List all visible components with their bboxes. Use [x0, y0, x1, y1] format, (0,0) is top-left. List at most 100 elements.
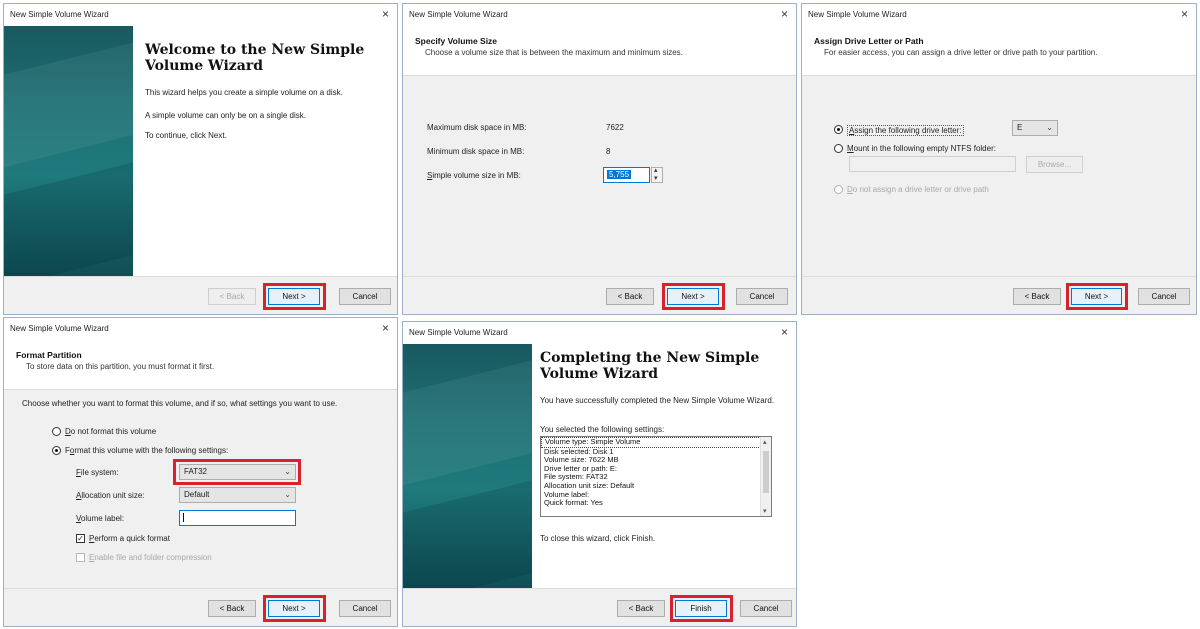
- back-button[interactable]: < Back: [208, 288, 256, 305]
- cancel-button[interactable]: Cancel: [740, 600, 792, 617]
- volume-size-dialog: New Simple Volume Wizard × Specify Volum…: [402, 3, 797, 315]
- allocation-select[interactable]: Default ⌄: [179, 487, 296, 503]
- welcome-line-2: A simple volume can only be on a single …: [145, 111, 306, 120]
- window-title: New Simple Volume Wizard: [10, 324, 109, 333]
- success-text: You have successfully completed the New …: [540, 396, 775, 405]
- max-size-value: 7622: [606, 123, 624, 132]
- wizard-header: Assign Drive Letter or Path For easier a…: [802, 26, 1196, 76]
- drive-letter-select[interactable]: E ⌄: [1012, 120, 1058, 136]
- simple-size-label: Simple volume size in MB:: [427, 171, 521, 180]
- page-title: Format Partition: [16, 350, 82, 360]
- scroll-up-icon[interactable]: ▴: [763, 438, 767, 446]
- welcome-line-3: To continue, click Next.: [145, 131, 227, 140]
- no-format-radio[interactable]: [52, 427, 61, 436]
- selected-settings-label: You selected the following settings:: [540, 425, 665, 434]
- page-title: Assign Drive Letter or Path: [814, 36, 924, 46]
- cancel-button[interactable]: Cancel: [339, 288, 391, 305]
- setting-row: Volume type: Simple Volume: [541, 437, 771, 448]
- button-bar: < Back Next > Cancel: [403, 276, 796, 314]
- window-title: New Simple Volume Wizard: [808, 10, 907, 19]
- settings-listbox[interactable]: Volume type: Simple Volume Disk selected…: [540, 436, 772, 517]
- no-letter-label: Do not assign a drive letter or drive pa…: [847, 185, 989, 194]
- setting-row: Quick format: Yes: [544, 498, 603, 508]
- wizard-body: Maximum disk space in MB: 7622 Minimum d…: [403, 76, 796, 276]
- back-button[interactable]: < Back: [606, 288, 654, 305]
- volume-label-label: Volume label:: [76, 514, 125, 523]
- format-label: Format this volume with the following se…: [65, 446, 229, 455]
- min-size-label: Minimum disk space in MB:: [427, 147, 525, 156]
- welcome-dialog: New Simple Volume Wizard × Welcome to th…: [3, 3, 398, 315]
- cancel-button[interactable]: Cancel: [1138, 288, 1190, 305]
- format-radio[interactable]: [52, 446, 61, 455]
- wizard-body: Assign the following drive letter: E ⌄ Mo…: [802, 76, 1196, 276]
- wizard-header: Format Partition To store data on this p…: [4, 340, 397, 390]
- close-icon[interactable]: ×: [781, 325, 788, 339]
- close-icon[interactable]: ×: [382, 7, 389, 21]
- drive-letter-dialog: New Simple Volume Wizard × Assign Drive …: [801, 3, 1197, 315]
- scroll-down-icon[interactable]: ▾: [763, 507, 767, 515]
- file-system-highlight: [173, 459, 301, 485]
- volume-label-input[interactable]: [179, 510, 296, 526]
- no-letter-radio[interactable]: [834, 185, 843, 194]
- assign-letter-label: Assign the following drive letter:: [847, 125, 964, 136]
- cancel-button[interactable]: Cancel: [339, 600, 391, 617]
- compression-label: Enable file and folder compression: [89, 553, 212, 562]
- file-system-label: File system:: [76, 468, 119, 477]
- back-button[interactable]: < Back: [617, 600, 665, 617]
- next-highlight: [263, 283, 326, 310]
- wizard-body: Choose whether you want to format this v…: [4, 390, 397, 588]
- page-title: Specify Volume Size: [415, 36, 498, 46]
- allocation-label: Allocation unit size:: [76, 491, 145, 500]
- mount-folder-radio[interactable]: [834, 144, 843, 153]
- min-size-value: 8: [606, 147, 611, 156]
- quick-format-label: Perform a quick format: [89, 534, 170, 543]
- welcome-heading: Welcome to the New Simple Volume Wizard: [145, 42, 365, 74]
- close-icon[interactable]: ×: [1181, 7, 1188, 21]
- format-partition-dialog: New Simple Volume Wizard × Format Partit…: [3, 317, 398, 627]
- button-bar: < Back Next > Cancel: [802, 276, 1196, 314]
- format-question: Choose whether you want to format this v…: [22, 399, 338, 408]
- next-highlight: [263, 595, 326, 622]
- next-highlight: [1066, 283, 1128, 310]
- complete-heading: Completing the New Simple Volume Wizard: [540, 350, 760, 382]
- browse-button[interactable]: Browse...: [1026, 156, 1083, 173]
- page-subtitle: Choose a volume size that is between the…: [425, 48, 683, 57]
- finish-highlight: [670, 595, 733, 622]
- assign-letter-radio[interactable]: [834, 125, 843, 134]
- close-icon[interactable]: ×: [382, 321, 389, 335]
- button-bar: < Back Next > Cancel: [4, 276, 397, 314]
- wizard-header: Specify Volume Size Choose a volume size…: [403, 26, 796, 76]
- window-title: New Simple Volume Wizard: [409, 10, 508, 19]
- wizard-banner-image: [403, 344, 532, 588]
- listbox-scrollbar[interactable]: ▴ ▾: [760, 437, 771, 516]
- title-bar[interactable]: New Simple Volume Wizard ×: [403, 4, 796, 26]
- close-instruction: To close this wizard, click Finish.: [540, 534, 656, 543]
- window-title: New Simple Volume Wizard: [409, 328, 508, 337]
- welcome-line-1: This wizard helps you create a simple vo…: [145, 88, 343, 97]
- mount-folder-label: Mount in the following empty NTFS folder…: [847, 144, 996, 153]
- button-bar: < Back Next > Cancel: [4, 588, 397, 626]
- page-subtitle: For easier access, you can assign a driv…: [824, 48, 1098, 57]
- title-bar[interactable]: New Simple Volume Wizard ×: [802, 4, 1196, 26]
- volume-size-spinner[interactable]: [651, 166, 663, 183]
- title-bar[interactable]: New Simple Volume Wizard ×: [4, 4, 397, 26]
- title-bar[interactable]: New Simple Volume Wizard ×: [403, 322, 796, 344]
- button-bar: < Back Finish Cancel: [403, 588, 796, 626]
- quick-format-checkbox[interactable]: ✓: [76, 534, 85, 543]
- next-highlight: [662, 283, 725, 310]
- cancel-button[interactable]: Cancel: [736, 288, 788, 305]
- compression-checkbox[interactable]: [76, 553, 85, 562]
- max-size-label: Maximum disk space in MB:: [427, 123, 527, 132]
- back-button[interactable]: < Back: [1013, 288, 1061, 305]
- window-title: New Simple Volume Wizard: [10, 10, 109, 19]
- back-button[interactable]: < Back: [208, 600, 256, 617]
- mount-folder-input[interactable]: [849, 156, 1016, 172]
- volume-size-input[interactable]: 5,755: [603, 167, 650, 183]
- wizard-banner-image: [4, 26, 133, 276]
- scroll-thumb[interactable]: [763, 451, 769, 493]
- completing-dialog: New Simple Volume Wizard × Completing th…: [402, 321, 797, 627]
- no-format-label: Do not format this volume: [65, 427, 157, 436]
- title-bar[interactable]: New Simple Volume Wizard ×: [4, 318, 397, 340]
- page-subtitle: To store data on this partition, you mus…: [26, 362, 215, 371]
- close-icon[interactable]: ×: [781, 7, 788, 21]
